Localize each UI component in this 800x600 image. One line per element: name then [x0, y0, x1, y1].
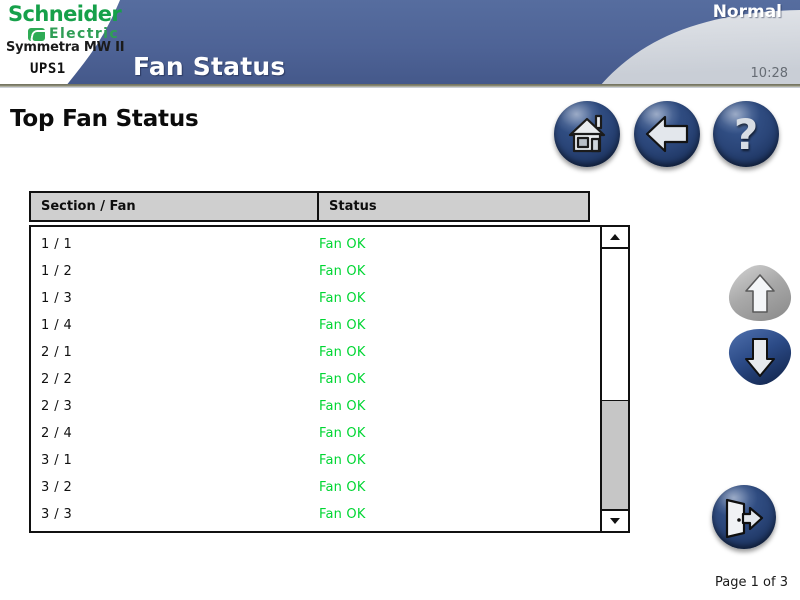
home-icon: [568, 114, 606, 153]
column-header-status: Status: [329, 199, 377, 214]
table-row: 3 / 2 Fan OK: [31, 474, 600, 501]
cell-section-fan: 3 / 1: [41, 453, 73, 468]
brand-name: Schneider: [8, 2, 122, 26]
scrollbar-track[interactable]: [600, 249, 630, 509]
table-header-row: Section / Fan Status: [29, 191, 590, 222]
table-row: 1 / 3 Fan OK: [31, 285, 600, 312]
page-title: Top Fan Status: [10, 106, 199, 132]
exit-door-icon: [725, 498, 764, 539]
scrollbar-thumb[interactable]: [602, 399, 628, 509]
arrow-down-icon: [728, 329, 792, 385]
unit-label: UPS1: [30, 61, 66, 77]
cell-status: Fan OK: [319, 507, 366, 522]
table-row: 1 / 2 Fan OK: [31, 258, 600, 285]
ups-display-screen: Schneider Electric Symmetra MW II UPS1 F…: [0, 0, 800, 600]
cell-status: Fan OK: [319, 399, 366, 414]
table-body: 1 / 1 Fan OK 1 / 2 Fan OK 1 / 3 Fan OK 1 / 4 Fa…: [29, 225, 600, 533]
table-row: 3 / 1 Fan OK: [31, 447, 600, 474]
table-row: 2 / 1 Fan OK: [31, 339, 600, 366]
cell-status: Fan OK: [319, 453, 366, 468]
cell-section-fan: 2 / 4: [41, 426, 73, 441]
cell-status: Fan OK: [319, 345, 366, 360]
header-title: Fan Status: [133, 52, 286, 81]
scrollbar-down-button[interactable]: [600, 509, 630, 533]
status-badge: Normal: [712, 2, 782, 22]
table-row: 1 / 4 Fan OK: [31, 312, 600, 339]
cell-status: Fan OK: [319, 426, 366, 441]
table-row: 2 / 2 Fan OK: [31, 366, 600, 393]
table-row: 2 / 3 Fan OK: [31, 393, 600, 420]
column-header-section-fan: Section / Fan: [31, 193, 319, 220]
exit-button[interactable]: [712, 485, 776, 549]
scroll-up-button[interactable]: [724, 262, 796, 324]
cell-status: Fan OK: [319, 480, 366, 495]
cell-status: Fan OK: [319, 291, 366, 306]
cell-section-fan: 3 / 2: [41, 480, 73, 495]
page-indicator: Page 1 of 3: [715, 575, 788, 590]
cell-section-fan: 1 / 1: [41, 237, 73, 252]
cell-section-fan: 1 / 4: [41, 318, 73, 333]
cell-section-fan: 3 / 3: [41, 507, 73, 522]
fan-status-table: Section / Fan Status 1 / 1 Fan OK 1 / 2 Fan…: [29, 191, 630, 533]
help-button[interactable]: ?: [713, 101, 779, 167]
cell-section-fan: 2 / 1: [41, 345, 73, 360]
table-row: 2 / 4 Fan OK: [31, 420, 600, 447]
cell-status: Fan OK: [319, 264, 366, 279]
cell-status: Fan OK: [319, 372, 366, 387]
table-scrollbar[interactable]: [600, 225, 630, 533]
question-mark-icon: ?: [733, 109, 759, 159]
schneider-swoosh-icon: [28, 27, 45, 41]
scroll-arrow-up-icon: [610, 234, 620, 240]
back-arrow-icon: [645, 115, 689, 153]
header-divider: [0, 84, 800, 87]
product-model: Symmetra MW II: [6, 40, 125, 55]
arrow-up-icon: [728, 265, 792, 321]
cell-section-fan: 2 / 3: [41, 399, 73, 414]
home-button[interactable]: [554, 101, 620, 167]
scroll-down-button[interactable]: [724, 326, 796, 388]
clock: 10:28: [750, 66, 788, 81]
table-body-area: 1 / 1 Fan OK 1 / 2 Fan OK 1 / 3 Fan OK 1 / 4 Fa…: [29, 225, 630, 533]
table-row: 3 / 3 Fan OK: [31, 501, 600, 528]
back-button[interactable]: [634, 101, 700, 167]
cell-status: Fan OK: [319, 318, 366, 333]
header-bar: Schneider Electric Symmetra MW II UPS1 F…: [0, 0, 800, 88]
cell-section-fan: 2 / 2: [41, 372, 73, 387]
cell-status: Fan OK: [319, 237, 366, 252]
table-row: 1 / 1 Fan OK: [31, 231, 600, 258]
scrollbar-up-button[interactable]: [600, 225, 630, 249]
cell-section-fan: 1 / 3: [41, 291, 73, 306]
scroll-arrow-down-icon: [610, 518, 620, 524]
cell-section-fan: 1 / 2: [41, 264, 73, 279]
